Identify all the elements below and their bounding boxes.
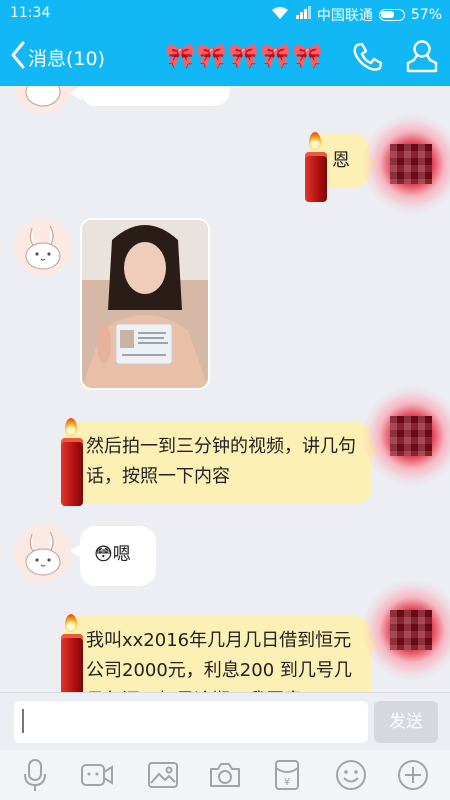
svg-text:¥: ¥ <box>284 777 290 788</box>
message-bubble[interactable] <box>70 86 230 106</box>
self-avatar[interactable] <box>362 386 450 486</box>
microphone-icon[interactable] <box>18 758 52 792</box>
candle-icon <box>60 614 84 692</box>
wifi-icon <box>271 6 289 24</box>
phone-icon <box>350 42 384 78</box>
battery-icon <box>378 9 405 21</box>
message-bubble-self[interactable]: 然后拍一到三分钟的视频，讲几句话，按照一下内容 <box>64 422 382 504</box>
chat-header: 消息(10) 🎀🎀🎀🎀🎀 <box>0 28 450 86</box>
message-text: 恩 <box>332 150 350 171</box>
chat-area[interactable]: 恩 然后拍一到三分钟的视频，讲几句话，按照一下内容 😳嗯 我叫xx2016年几月… <box>0 86 450 692</box>
status-right: 中国联通 57% <box>271 5 442 25</box>
video-icon[interactable] <box>80 758 114 792</box>
profile-button[interactable] <box>405 38 439 74</box>
self-avatar[interactable] <box>362 114 450 214</box>
contact-avatar[interactable] <box>14 86 72 114</box>
text-caret <box>22 709 24 733</box>
camera-icon[interactable] <box>208 758 242 792</box>
contact-name: 🎀🎀🎀🎀🎀 <box>165 42 325 70</box>
message-bubble[interactable]: 😳嗯 <box>70 526 156 586</box>
message-input[interactable] <box>14 701 368 743</box>
input-area: 发送 <box>0 692 450 750</box>
back-label: 消息(10) <box>28 47 106 70</box>
input-toolbar: ¥ <box>0 750 450 800</box>
chevron-left-icon <box>10 40 26 74</box>
send-button[interactable]: 发送 <box>374 701 438 743</box>
battery-level: 57% <box>410 7 442 23</box>
emoji-icon[interactable] <box>334 758 368 792</box>
status-bar: 11:34 中国联通 57% <box>0 0 450 28</box>
back-button[interactable]: 消息(10) <box>10 40 105 74</box>
candle-icon <box>304 132 328 202</box>
message-text: 😳嗯 <box>94 544 131 565</box>
image-message[interactable] <box>80 218 210 390</box>
status-time: 11:34 <box>10 5 51 21</box>
image-icon[interactable] <box>146 758 180 792</box>
message-bubble-self[interactable]: 我叫xx2016年几月几日借到恒元公司2000元，利息200 到几号几日归还，如… <box>64 616 382 692</box>
message-text: 然后拍一到三分钟的视频，讲几句话，按照一下内容 <box>86 436 356 487</box>
self-avatar[interactable] <box>362 580 450 680</box>
plus-icon[interactable] <box>396 758 430 792</box>
photo-thumbnail <box>82 220 208 388</box>
carrier-name: 中国联通 <box>316 8 373 24</box>
contact-avatar[interactable] <box>14 524 72 582</box>
profile-icon <box>405 40 439 78</box>
call-button[interactable] <box>350 40 384 74</box>
contact-avatar[interactable] <box>14 218 72 276</box>
candle-icon <box>60 418 84 508</box>
red-packet-icon[interactable]: ¥ <box>270 758 304 792</box>
message-text: 我叫xx2016年几月几日借到恒元公司2000元，利息200 到几号几日归还，如… <box>86 630 352 692</box>
signal-icon <box>295 6 311 24</box>
